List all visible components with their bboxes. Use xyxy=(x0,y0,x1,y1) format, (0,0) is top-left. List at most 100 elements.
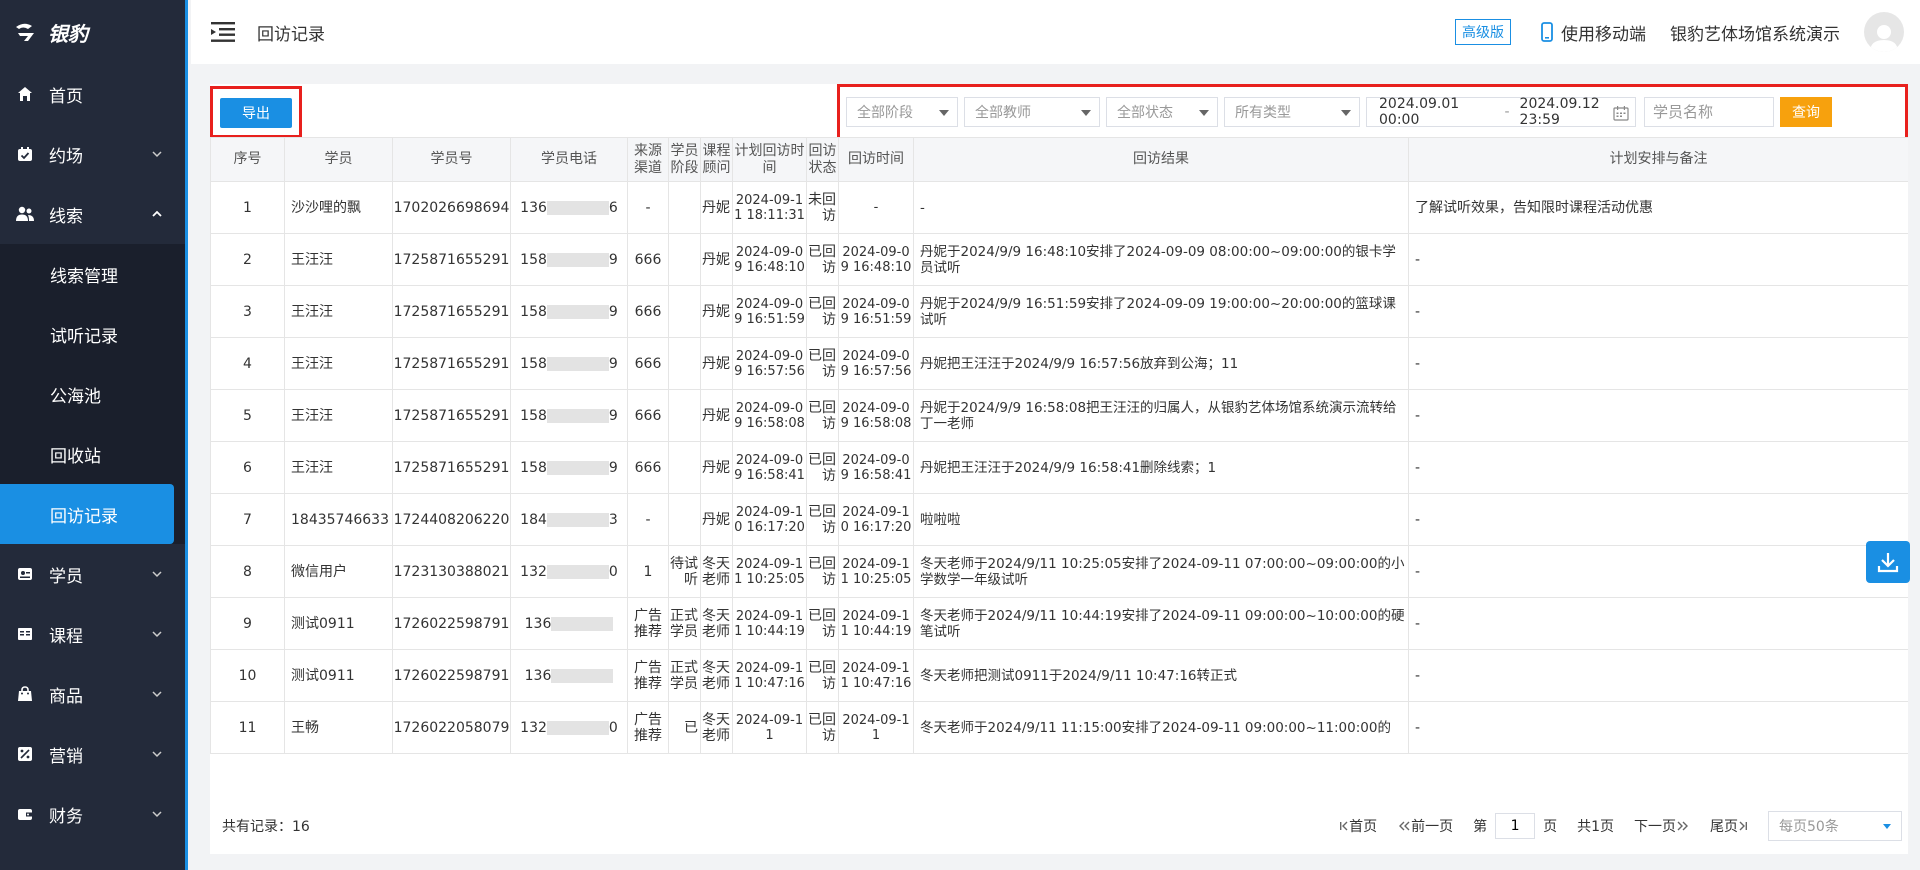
cell-status: 已回访 xyxy=(806,441,839,494)
prev-page-button[interactable]: 前一页 xyxy=(1397,816,1453,836)
th-visit-time: 回访时间 xyxy=(838,137,914,182)
nav-students[interactable]: 学员 xyxy=(0,544,185,604)
cell-no: 2 xyxy=(210,233,285,286)
nav-booking[interactable]: 约场 xyxy=(0,124,185,184)
first-page-icon xyxy=(1340,821,1348,831)
sub-followup-records[interactable]: 回访记录 xyxy=(0,484,174,544)
last-page-label: 尾页 xyxy=(1710,819,1738,835)
status-select[interactable]: 全部状态 xyxy=(1106,97,1218,127)
cell-student-id: 1725871655291 xyxy=(392,233,511,286)
sub-leads-manage[interactable]: 线索管理 xyxy=(0,244,185,304)
page-size-select[interactable]: 每页50条 xyxy=(1768,811,1902,841)
book-icon xyxy=(16,625,34,643)
nav-home[interactable]: 首页 xyxy=(0,64,185,124)
cell-result: 丹妮于2024/9/9 16:58:08把王汪汪的归属人，从银豹艺体场馆系统演示… xyxy=(913,389,1409,442)
pagination: 首页 前一页 第 页 共1页 下一页 尾页 每页50条 xyxy=(1339,798,1908,854)
table-row[interactable]: 7 18435746633 1724408206220 184 3- 丹妮 2024-09-… xyxy=(210,493,1908,546)
next-page-button[interactable]: 下一页 xyxy=(1634,816,1690,836)
cell-phone: 158 9 xyxy=(510,285,628,338)
floating-download-button[interactable] xyxy=(1866,541,1910,583)
avatar[interactable] xyxy=(1864,12,1904,52)
next-page-label: 下一页 xyxy=(1634,819,1676,835)
cell-phone: 136 xyxy=(510,597,628,650)
table-row[interactable]: 9 测试0911 1726022598791 136 广告推荐 正式学员 冬天老师 2024-… xyxy=(210,597,1908,650)
cell-student-id: 1726022598791 xyxy=(392,649,511,702)
type-select[interactable]: 所有类型 xyxy=(1224,97,1360,127)
teacher-select[interactable]: 全部教师 xyxy=(964,97,1100,127)
cell-source: 666 xyxy=(627,233,669,286)
cell-student-id: 1725871655291 xyxy=(392,389,511,442)
nav-marketing[interactable]: 营销 xyxy=(0,724,185,784)
nav-leads-label: 线索 xyxy=(49,206,83,227)
table-row[interactable]: 3 王汪汪 1725871655291 158 9 666 丹妮 2024-09-09 16:… xyxy=(210,285,1908,338)
table-row[interactable]: 8 微信用户 1723130388021 132 0 1 待试听 冬天老师 2024-09-11… xyxy=(210,545,1908,598)
cell-result: 丹妮把王汪汪于2024/9/9 16:57:56放弃到公海；11 xyxy=(913,337,1409,390)
date-separator: - xyxy=(1504,104,1510,120)
first-page-button[interactable]: 首页 xyxy=(1339,816,1377,836)
phone-mask xyxy=(551,668,614,683)
cell-plan-time: 2024-09-11 10:25:05 xyxy=(732,545,807,598)
th-plan-time: 计划回访时间 xyxy=(732,137,807,182)
sidebar: 银豹 首页 约场 线索 线索管理 试听记录 公海池 回收站 回访记录 学员 课程… xyxy=(0,0,188,870)
sub-recycle-bin[interactable]: 回收站 xyxy=(0,424,185,484)
table-row[interactable]: 5 王汪汪 1725871655291 158 9 666 丹妮 2024-09-09 16:… xyxy=(210,389,1908,442)
nav-courses[interactable]: 课程 xyxy=(0,604,185,664)
cell-student: 王汪汪 xyxy=(284,337,393,390)
student-name-input[interactable] xyxy=(1644,97,1774,127)
table-row[interactable]: 6 王汪汪 1725871655291 158 9 666 丹妮 2024-09-09 16:… xyxy=(210,441,1908,494)
th-result: 回访结果 xyxy=(913,137,1409,182)
logo[interactable]: 银豹 xyxy=(0,0,185,64)
cell-student: 王汪汪 xyxy=(284,233,393,286)
sub-trial-records[interactable]: 试听记录 xyxy=(0,304,185,364)
nav-goods[interactable]: 商品 xyxy=(0,664,185,724)
sub-public-pool[interactable]: 公海池 xyxy=(0,364,185,424)
table-row[interactable]: 1 沙沙哩的飘 1702026698694 136 6- 丹妮 2024-09-11 18:… xyxy=(210,181,1908,234)
cell-phone: 136 6 xyxy=(510,181,628,234)
menu-toggle-icon[interactable] xyxy=(211,21,237,43)
query-button[interactable]: 查询 xyxy=(1780,97,1832,127)
cell-no: 3 xyxy=(210,285,285,338)
table-row[interactable]: 4 王汪汪 1725871655291 158 9 666 丹妮 2024-09-09 16:… xyxy=(210,337,1908,390)
phone-prefix: 158 xyxy=(520,355,547,372)
cell-stage xyxy=(668,441,701,494)
nav-leads[interactable]: 线索 xyxy=(0,184,185,244)
cell-student: 王汪汪 xyxy=(284,285,393,338)
cell-stage xyxy=(668,181,701,234)
phone-suffix: 9 xyxy=(608,407,618,424)
mobile-link[interactable]: 使用移动端 xyxy=(1541,20,1646,45)
cell-note: - xyxy=(1408,389,1908,442)
cell-phone: 136 xyxy=(510,649,628,702)
table-row[interactable]: 11 王畅 1726022058079 132 0 广告推荐已冬天老师 2024-09-11… xyxy=(210,701,1908,754)
total-count: 16 xyxy=(292,819,310,835)
phone-prefix: 158 xyxy=(520,407,547,424)
type-select-value: 所有类型 xyxy=(1235,105,1291,121)
cell-note: - xyxy=(1408,701,1908,754)
cell-student: 王汪汪 xyxy=(284,441,393,494)
caret-down-icon xyxy=(1883,824,1891,829)
cell-student: 沙沙哩的飘 xyxy=(284,181,393,234)
cell-student-id: 1725871655291 xyxy=(392,285,511,338)
table-row[interactable]: 10 测试0911 1726022598791 136 广告推荐 正式学员 冬天老师 2024… xyxy=(210,649,1908,702)
cell-no: 11 xyxy=(210,701,285,754)
cell-note: - xyxy=(1408,597,1908,650)
last-page-button[interactable]: 尾页 xyxy=(1710,816,1748,836)
table-row[interactable]: 2 王汪汪 1725871655291 158 9 666 丹妮 2024-09-09 16:… xyxy=(210,233,1908,286)
th-note: 计划安排与备注 xyxy=(1408,137,1908,182)
cell-phone: 158 9 xyxy=(510,233,628,286)
phone-prefix: 132 xyxy=(520,563,547,580)
table-container[interactable]: 序号 学员 学员号 学员电话 来源渠道 学员阶段 课程顾问 计划回访时间 回访状… xyxy=(210,137,1908,757)
cell-advisor: 丹妮 xyxy=(700,493,733,546)
cell-visit-time: 2024-09-11 10:47:16 xyxy=(838,649,914,702)
date-range-picker[interactable]: 2024.09.01 00:00 - 2024.09.12 23:59 xyxy=(1366,96,1636,128)
stage-select[interactable]: 全部阶段 xyxy=(846,97,958,127)
cell-advisor: 冬天老师 xyxy=(700,545,733,598)
cell-source: 666 xyxy=(627,441,669,494)
org-name[interactable]: 银豹艺体场馆系统演示 xyxy=(1670,20,1840,45)
cell-stage xyxy=(668,493,701,546)
page-number-input[interactable] xyxy=(1495,813,1536,839)
export-button[interactable]: 导出 xyxy=(220,98,292,128)
cell-student-id: 1702026698694 xyxy=(392,181,511,234)
phone-suffix: 0 xyxy=(608,719,618,736)
cell-advisor: 丹妮 xyxy=(700,337,733,390)
nav-finance[interactable]: 财务 xyxy=(0,784,185,844)
